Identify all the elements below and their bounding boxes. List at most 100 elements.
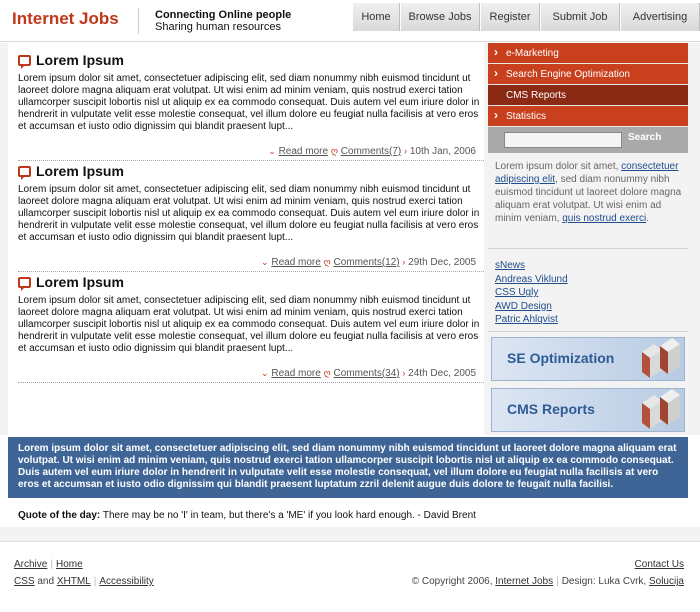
comments-link[interactable]: Comments(7) <box>341 146 402 157</box>
article: Lorem Ipsum Lorem ipsum dolor sit amet, … <box>18 50 484 161</box>
banner-label: CMS Reports <box>507 401 595 417</box>
search-input[interactable] <box>504 132 622 148</box>
search-box: Search <box>488 127 688 153</box>
quote-label: Quote of the day: <box>18 510 101 521</box>
cms-reports-banner[interactable]: CMS Reports <box>491 388 685 432</box>
footer-separator: | <box>93 576 97 587</box>
footer-separator: | <box>50 559 53 570</box>
logo-divider <box>138 8 139 34</box>
tagline-line-1: Connecting Online people <box>155 9 292 21</box>
footer-archive-link[interactable]: Archive <box>14 559 47 570</box>
main-column: Lorem Ipsum Lorem ipsum dolor sit amet, … <box>8 43 484 435</box>
footer-nav: Archive | Home <box>14 559 83 570</box>
nav-register[interactable]: Register <box>480 3 540 31</box>
read-more-link[interactable]: Read more <box>279 146 328 157</box>
article: Lorem Ipsum Lorem ipsum dolor sit amet, … <box>18 161 484 272</box>
sidebar-menu: e-Marketing Search Engine Optimization C… <box>488 42 688 127</box>
main-nav: Home Browse Jobs Register Submit Job Adv… <box>352 3 700 31</box>
sidebar-links: sNews Andreas Viklund CSS Ugly AWD Desig… <box>495 259 568 327</box>
quote-of-the-day: Quote of the day: There may be no 'I' in… <box>8 501 688 527</box>
nav-advertising[interactable]: Advertising <box>620 3 700 31</box>
footer-and: and <box>37 576 55 587</box>
footer-copyright: © Copyright 2006, Internet Jobs | Design: … <box>412 576 684 587</box>
read-more-link[interactable]: Read more <box>271 368 320 379</box>
sidebar-text-link[interactable]: quis nostrud exerci <box>562 213 646 224</box>
footer-contact: Contact Us <box>635 559 684 570</box>
article: Lorem Ipsum Lorem ipsum dolor sit amet, … <box>18 272 484 383</box>
search-button[interactable]: Search <box>628 132 661 143</box>
article-meta: ⌄ Read more ღ Comments(12) › 29th Dec, 2… <box>261 257 476 268</box>
tagline-line-2: Sharing human resources <box>155 21 281 33</box>
chevron-right-icon: › <box>402 257 406 267</box>
nav-browse-jobs[interactable]: Browse Jobs <box>400 3 480 31</box>
footer-validation: CSS and XHTML | Accessibility <box>14 576 154 587</box>
chevron-right-icon: › <box>404 146 408 156</box>
footer-separator: | <box>556 576 559 587</box>
info-band: Lorem ipsum dolor sit amet, consectetuer… <box>8 437 688 498</box>
link-patric-ahlqvist[interactable]: Patric Ahlqvist <box>495 313 568 327</box>
footer-site-link[interactable]: Internet Jobs <box>495 576 553 587</box>
blocks-graphic-icon <box>642 389 680 429</box>
article-title: Lorem Ipsum <box>18 161 484 181</box>
link-andreas-viklund[interactable]: Andreas Viklund <box>495 273 568 287</box>
article-meta: ⌄ Read more ღ Comments(34) › 24th Dec, 2… <box>261 368 476 379</box>
quote-text: There may be no 'I' in team, but there's… <box>102 510 476 521</box>
blocks-graphic-icon <box>642 338 680 378</box>
article-title-text[interactable]: Lorem Ipsum <box>36 52 124 68</box>
comment-icon: ღ <box>330 146 338 156</box>
article-body: Lorem ipsum dolor sit amet, consectetuer… <box>18 184 480 243</box>
sidebar-divider <box>488 331 688 332</box>
arrow-down-icon: ⌄ <box>261 257 269 267</box>
arrow-down-icon: ⌄ <box>261 368 269 378</box>
link-awd-design[interactable]: AWD Design <box>495 300 568 314</box>
footer-solucija-link[interactable]: Solucija <box>649 576 684 587</box>
spacer-band <box>0 527 700 541</box>
footer-css-link[interactable]: CSS <box>14 576 35 587</box>
comment-icon: ღ <box>323 368 331 378</box>
comment-bubble-icon <box>18 165 31 180</box>
footer-xhtml-link[interactable]: XHTML <box>57 576 91 587</box>
site-logo[interactable]: Internet Jobs <box>12 9 119 29</box>
sidebar-text: Lorem ipsum dolor sit amet, consectetuer… <box>495 160 683 225</box>
footer-accessibility-link[interactable]: Accessibility <box>99 576 153 587</box>
sidebar-item-statistics[interactable]: Statistics <box>488 105 688 127</box>
sidebar-text-part: Lorem ipsum dolor sit amet, <box>495 161 619 172</box>
site-footer: Archive | Home CSS and XHTML | Accessibility… <box>0 541 700 612</box>
sidebar-text-part: . <box>646 213 649 224</box>
article-date: 29th Dec, 2005 <box>408 257 476 268</box>
sidebar-item-e-marketing[interactable]: e-Marketing <box>488 42 688 64</box>
comment-bubble-icon <box>18 276 31 291</box>
nav-home[interactable]: Home <box>352 3 400 31</box>
footer-contact-link[interactable]: Contact Us <box>635 559 684 570</box>
site-header: Internet Jobs Connecting Online people S… <box>0 0 700 42</box>
link-snews[interactable]: sNews <box>495 259 568 273</box>
content-area: Lorem Ipsum Lorem ipsum dolor sit amet, … <box>0 42 700 435</box>
article-title-text[interactable]: Lorem Ipsum <box>36 163 124 179</box>
sidebar-item-seo[interactable]: Search Engine Optimization <box>488 63 688 85</box>
article-date: 10th Jan, 2006 <box>409 146 476 157</box>
nav-submit-job[interactable]: Submit Job <box>540 3 620 31</box>
comments-link[interactable]: Comments(12) <box>333 257 399 268</box>
article-title: Lorem Ipsum <box>18 272 484 292</box>
se-optimization-banner[interactable]: SE Optimization <box>491 337 685 381</box>
link-css-ugly[interactable]: CSS Ugly <box>495 286 568 300</box>
article-title-text[interactable]: Lorem Ipsum <box>36 274 124 290</box>
article-meta: ⌄ Read more ღ Comments(7) › 10th Jan, 20… <box>268 146 476 157</box>
sidebar-divider <box>488 248 688 249</box>
banner-label: SE Optimization <box>507 350 615 366</box>
article-body: Lorem ipsum dolor sit amet, consectetuer… <box>18 295 480 354</box>
chevron-right-icon: › <box>402 368 406 378</box>
copyright-text: © Copyright 2006, <box>411 576 493 587</box>
article-divider <box>18 382 484 383</box>
article-body: Lorem ipsum dolor sit amet, consectetuer… <box>18 73 480 132</box>
footer-home-link[interactable]: Home <box>56 559 83 570</box>
comments-link[interactable]: Comments(34) <box>333 368 399 379</box>
comment-icon: ღ <box>323 257 331 267</box>
design-credit: Design: Luka Cvrk, <box>561 576 647 587</box>
arrow-down-icon: ⌄ <box>268 146 276 156</box>
sidebar-item-cms-reports[interactable]: CMS Reports <box>488 85 688 106</box>
tagline: Connecting Online people Sharing human r… <box>155 9 291 33</box>
article-date: 24th Dec, 2005 <box>408 368 476 379</box>
article-title: Lorem Ipsum <box>18 50 484 70</box>
read-more-link[interactable]: Read more <box>271 257 320 268</box>
